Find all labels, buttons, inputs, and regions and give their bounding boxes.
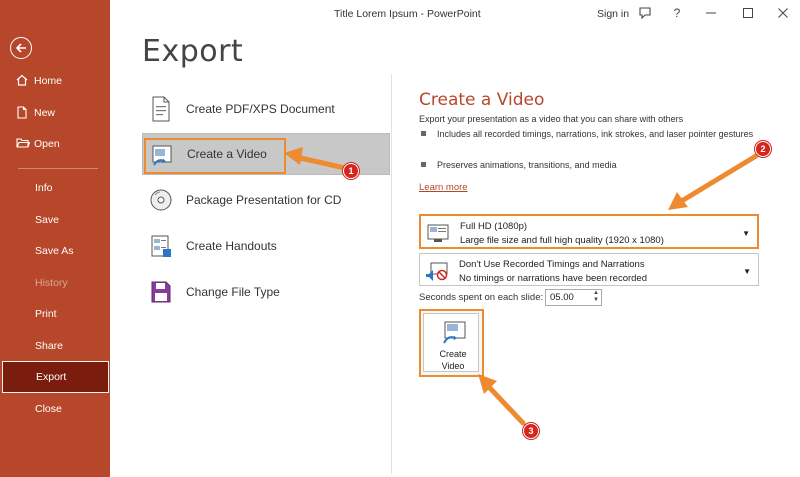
maximize-icon[interactable] <box>740 5 756 21</box>
callout-badge-2: 2 <box>755 141 771 157</box>
nav-label: Open <box>34 138 60 150</box>
minimize-icon[interactable] <box>703 5 719 21</box>
seconds-label: Seconds spent on each slide: <box>419 292 544 303</box>
dropdown-subtitle: No timings or narrations have been recor… <box>459 273 647 284</box>
nav-info[interactable]: Info <box>0 172 110 204</box>
option-label: Change File Type <box>186 285 280 299</box>
seconds-stepper[interactable]: ▲ ▼ <box>591 290 601 305</box>
page-title: Export <box>142 34 244 69</box>
pdf-document-icon <box>152 96 170 122</box>
nav-label: Save <box>35 214 59 226</box>
dropdown-title: Don't Use Recorded Timings and Narration… <box>459 259 645 270</box>
nav-label: History <box>35 277 68 289</box>
option-create-handouts[interactable]: Create Handouts <box>142 225 390 267</box>
nav-history: History <box>0 267 110 299</box>
close-icon[interactable] <box>775 5 791 21</box>
handouts-icon <box>151 235 171 257</box>
video-quality-dropdown[interactable]: Full HD (1080p) Large file size and full… <box>419 214 759 249</box>
nav-label: Share <box>35 340 64 352</box>
callout-arrow-3 <box>478 374 526 426</box>
help-button[interactable]: ? <box>669 5 685 21</box>
panel-description: Export your presentation as a video that… <box>419 114 684 124</box>
change-file-type-icon <box>151 281 171 303</box>
option-label: Create PDF/XPS Document <box>186 102 335 116</box>
bullet-text: Includes all recorded timings, narration… <box>437 129 754 139</box>
timings-dropdown[interactable]: Don't Use Recorded Timings and Narration… <box>419 253 759 286</box>
callout-badge-3: 3 <box>523 423 539 439</box>
chevron-down-icon: ▼ <box>742 229 750 238</box>
nav-label: Save As <box>35 245 74 257</box>
new-file-icon <box>17 106 27 119</box>
create-video-label-line2: Video <box>441 361 465 371</box>
nav-export[interactable]: Export <box>2 361 109 393</box>
option-label: Package Presentation for CD <box>186 193 342 207</box>
callout-badge-1: 1 <box>343 163 359 179</box>
nav-label: Export <box>36 371 67 383</box>
back-arrow-icon <box>15 43 26 53</box>
nav-save[interactable]: Save <box>0 204 110 236</box>
monitor-icon <box>427 224 449 242</box>
nav-new[interactable]: New <box>0 97 110 129</box>
create-video-button[interactable]: Create Video <box>419 309 484 377</box>
create-video-label: Create Video <box>424 348 482 372</box>
nav-divider <box>18 168 98 169</box>
title-separator: - <box>417 8 427 20</box>
home-icon <box>16 74 28 86</box>
app-name: PowerPoint <box>426 8 481 20</box>
chevron-up-icon[interactable]: ▲ <box>591 290 601 297</box>
nav-close[interactable]: Close <box>0 393 110 425</box>
video-icon <box>443 321 466 344</box>
option-change-file-type[interactable]: Change File Type <box>142 271 390 313</box>
open-folder-icon <box>16 138 30 148</box>
nav-label: New <box>34 107 56 119</box>
chevron-down-icon[interactable]: ▼ <box>591 297 601 304</box>
title-bar: Title Lorem Ipsum - PowerPoint Sign in ? <box>110 0 800 28</box>
option-create-pdf[interactable]: Create PDF/XPS Document <box>142 88 390 130</box>
bullet-marker <box>421 162 426 167</box>
cd-icon <box>150 189 172 211</box>
backstage-sidebar: Home New Open Info Save Save As History … <box>0 0 110 477</box>
nav-label: Close <box>35 403 62 415</box>
nav-save-as[interactable]: Save As <box>0 235 110 267</box>
nav-label: Info <box>35 182 53 194</box>
back-button[interactable] <box>10 37 32 59</box>
feedback-icon[interactable] <box>637 5 653 21</box>
create-video-label-line1: Create <box>439 349 467 359</box>
nav-home[interactable]: Home <box>0 65 110 97</box>
learn-more-link[interactable]: Learn more <box>419 182 468 193</box>
nav-label: Home <box>34 75 63 87</box>
nav-print[interactable]: Print <box>0 298 110 330</box>
signin-link[interactable]: Sign in <box>597 8 629 20</box>
create-video-highlight <box>144 138 286 174</box>
no-narration-icon <box>426 262 448 281</box>
option-label: Create Handouts <box>186 239 277 253</box>
dropdown-subtitle: Large file size and full high quality (1… <box>460 235 664 246</box>
nav-open[interactable]: Open <box>0 128 110 160</box>
bullet-marker <box>421 131 426 136</box>
dropdown-title: Full HD (1080p) <box>460 221 528 232</box>
chevron-down-icon: ▼ <box>743 267 751 276</box>
panel-title: Create a Video <box>419 90 545 110</box>
panel-divider <box>391 74 392 474</box>
create-video-button-face[interactable]: Create Video <box>423 313 479 372</box>
document-title: Title Lorem Ipsum <box>334 8 418 20</box>
window-title: Title Lorem Ipsum - PowerPoint <box>334 8 481 20</box>
option-package-cd[interactable]: Package Presentation for CD <box>142 179 390 221</box>
nav-label: Print <box>35 308 57 320</box>
bullet-text: Preserves animations, transitions, and m… <box>437 160 617 170</box>
nav-share[interactable]: Share <box>0 330 110 362</box>
